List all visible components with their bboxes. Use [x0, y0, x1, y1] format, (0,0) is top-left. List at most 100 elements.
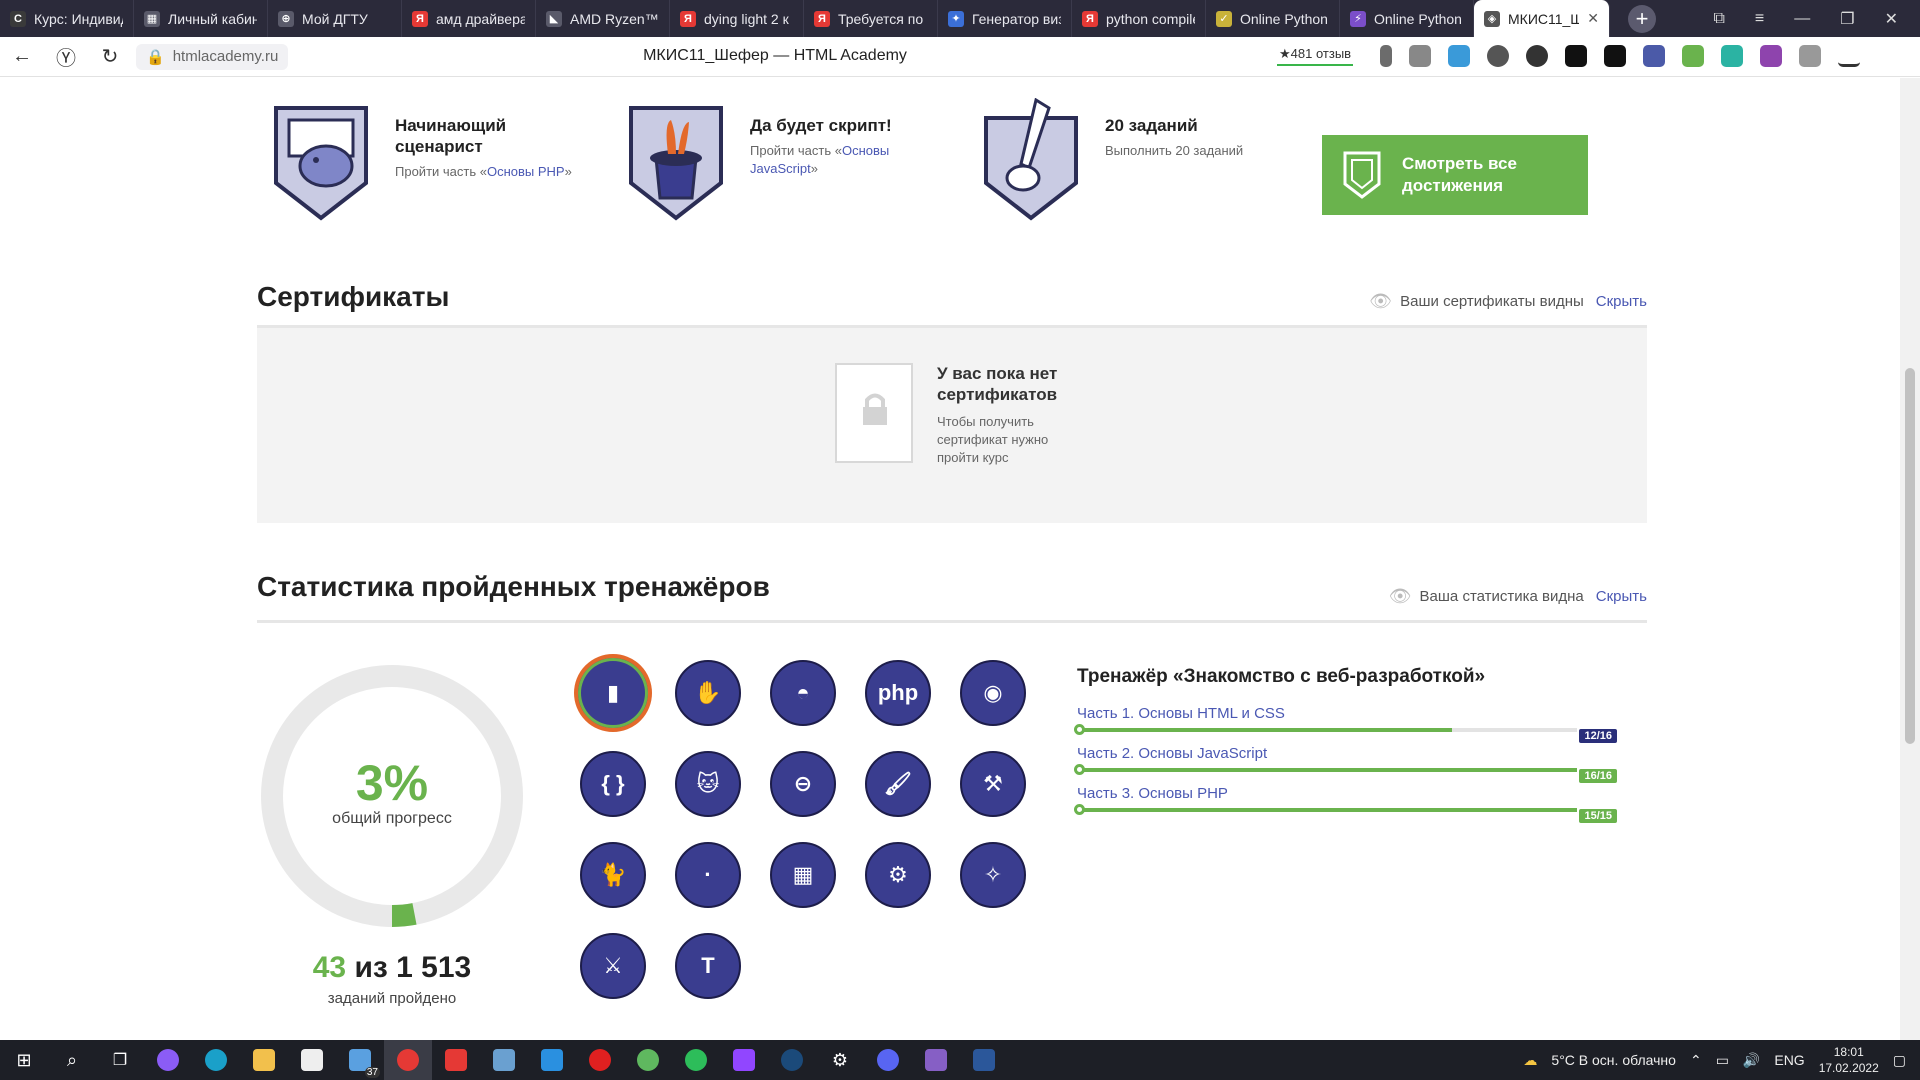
language-indicator[interactable]: ENG — [1774, 1052, 1804, 1068]
browser-tab[interactable]: Яpython compile — [1072, 0, 1206, 37]
curly-braces-icon[interactable]: { } — [580, 751, 646, 817]
hand-icon[interactable]: ✋ — [675, 660, 741, 726]
reviews-badge[interactable]: ★481 отзыв — [1277, 44, 1354, 66]
achievement-php[interactable]: Начинающий сценарист Пройти часть «Основ… — [271, 98, 572, 223]
word-icon[interactable] — [960, 1040, 1008, 1080]
achievement-js[interactable]: Да будет скрипт! Пройти часть «Основы Ja… — [626, 98, 900, 223]
menu-icon[interactable]: ≡ — [1755, 10, 1764, 28]
task-view-icon[interactable]: ❐ — [96, 1040, 144, 1080]
network-icon[interactable]: ▭ — [1716, 1052, 1729, 1069]
check-ext-icon[interactable] — [1565, 45, 1587, 67]
steam-icon[interactable] — [768, 1040, 816, 1080]
football-field-icon[interactable]: ⊖ — [770, 751, 836, 817]
vpn-ext-icon[interactable] — [1448, 45, 1470, 67]
cube-puzzle-icon[interactable]: ▦ — [770, 842, 836, 908]
trainer-part-link[interactable]: Часть 2. Основы JavaScript — [1077, 745, 1629, 762]
hide-certificates-link[interactable]: Скрыть — [1596, 293, 1647, 310]
settings-icon[interactable]: ⚙ — [816, 1040, 864, 1080]
robot-icon[interactable]: ⚙ — [865, 842, 931, 908]
restore-button[interactable]: ❐ — [1840, 9, 1854, 29]
downloads-icon[interactable] — [1838, 45, 1860, 67]
explorer-icon[interactable] — [240, 1040, 288, 1080]
rainbow-ext-icon[interactable] — [1721, 45, 1743, 67]
certificates-heading: Сертификаты — [257, 281, 450, 312]
brush-icon[interactable]: 🖌 — [865, 751, 931, 817]
browser-tab[interactable]: Яамд драйвера — [402, 0, 536, 37]
store-icon[interactable] — [288, 1040, 336, 1080]
visual-studio-icon[interactable] — [912, 1040, 960, 1080]
anvil-icon[interactable]: ⚒ — [960, 751, 1026, 817]
twitch-ext-icon[interactable] — [1760, 45, 1782, 67]
browser-tab[interactable]: Я Требуется по з — [804, 0, 938, 37]
clapperboard-php-icon[interactable]: php — [865, 660, 931, 726]
volume-icon[interactable]: 🔊 — [1743, 1052, 1760, 1069]
achievement-20-tasks[interactable]: 20 заданий Выполнить 20 заданий — [981, 98, 1243, 223]
whatsapp-icon[interactable] — [672, 1040, 720, 1080]
collections-ext-icon[interactable] — [1799, 45, 1821, 67]
trainer-part-bar-fill — [1077, 768, 1577, 772]
shield-ext-icon[interactable] — [1409, 45, 1431, 67]
constellation-icon[interactable]: ✧ — [960, 842, 1026, 908]
tab-title: МКИС11_Ш — [1508, 10, 1580, 27]
vk-icon[interactable] — [1604, 45, 1626, 67]
cat-icon[interactable]: 🐱 — [675, 751, 741, 817]
chainsaw-icon[interactable]: ⚔ — [580, 933, 646, 999]
alice-icon[interactable] — [144, 1040, 192, 1080]
trainer-part-link[interactable]: Часть 1. Основы HTML и CSS — [1077, 705, 1629, 722]
download-ext-icon[interactable] — [1682, 45, 1704, 67]
browser-tab[interactable]: ✓ Online Python — [1206, 0, 1340, 37]
discord-icon[interactable] — [864, 1040, 912, 1080]
browser-tab[interactable]: C Курс: Индивид — [0, 0, 134, 37]
image-ext-icon[interactable] — [1643, 45, 1665, 67]
edge-icon[interactable] — [192, 1040, 240, 1080]
all-achievements-button[interactable]: Смотреть все достижения — [1322, 135, 1588, 215]
minimize-button[interactable]: — — [1794, 10, 1810, 28]
close-window-button[interactable]: ✕ — [1885, 9, 1898, 29]
start-button[interactable]: ⊞ — [0, 1040, 48, 1080]
yandex-browser-icon[interactable] — [384, 1040, 432, 1080]
yandex-icon[interactable] — [432, 1040, 480, 1080]
cat-cup-icon[interactable]: 🐈 — [580, 842, 646, 908]
bookmark-icon[interactable] — [1380, 45, 1392, 67]
twitch-icon[interactable] — [720, 1040, 768, 1080]
file-icon[interactable] — [528, 1040, 576, 1080]
page-scrollbar[interactable] — [1900, 78, 1920, 1040]
telegram-icon[interactable] — [624, 1040, 672, 1080]
hide-stats-link[interactable]: Скрыть — [1596, 588, 1647, 605]
letter-t-icon[interactable]: T — [675, 933, 741, 999]
tasks-label: заданий пройдено — [327, 990, 457, 1007]
eye-icon: 👁 — [1369, 291, 1393, 311]
achievement-link[interactable]: Основы PHP — [487, 164, 565, 179]
weather-icon[interactable]: ☁ — [1523, 1052, 1537, 1069]
browser-tab[interactable]: Яdying light 2 к — [670, 0, 804, 37]
weather-text[interactable]: 5°C В осн. облачно — [1551, 1052, 1676, 1068]
circle-nodes-icon[interactable]: · — [675, 842, 741, 908]
browser-tab[interactable]: ◣ AMD Ryzen™ 5 — [536, 0, 670, 37]
collections-icon[interactable]: ⧉ — [1713, 10, 1724, 28]
browser-tab[interactable]: ▦ Личный кабин — [134, 0, 268, 37]
scroll-thumb[interactable] — [1905, 368, 1915, 744]
bulb-ext-icon[interactable] — [1487, 45, 1509, 67]
tab-close-icon[interactable]: ✕ — [1587, 10, 1599, 27]
mail-icon[interactable]: 37 — [336, 1040, 384, 1080]
notifications-icon[interactable]: ▢ — [1893, 1052, 1906, 1069]
search-icon[interactable]: ⌕ — [48, 1040, 96, 1080]
trainer-part-bar — [1074, 724, 1577, 735]
tasks-count: 43 из 1 513 — [257, 951, 527, 985]
opera-icon[interactable] — [576, 1040, 624, 1080]
calculator-icon[interactable] — [480, 1040, 528, 1080]
browser-tab[interactable]: ⊕ Мой ДГТУ — [268, 0, 402, 37]
browser-tab[interactable]: ⚡ Online Python — [1340, 0, 1474, 37]
spinning-top-icon[interactable]: ◓ — [770, 660, 836, 726]
tray-chevron-icon[interactable]: ⌃ — [1690, 1052, 1702, 1069]
browser-tab[interactable]: ✦ Генератор виз — [938, 0, 1072, 37]
browser-tab[interactable]: ◈ МКИС11_Ш ✕ — [1474, 0, 1610, 37]
traffic-light-icon[interactable]: ▮ — [574, 654, 652, 732]
trainer-part-bar-dot — [1074, 804, 1085, 815]
new-tab-button[interactable]: + — [1628, 4, 1656, 33]
clock[interactable]: 18:01 17.02.2022 — [1819, 1044, 1879, 1076]
circle-ext-icon[interactable] — [1526, 45, 1548, 67]
diving-helmet-icon[interactable]: ◉ — [960, 660, 1026, 726]
trainer-part-link[interactable]: Часть 3. Основы PHP — [1077, 785, 1629, 802]
achievement-desc: Пройти часть «Основы JavaScript» — [750, 143, 890, 176]
